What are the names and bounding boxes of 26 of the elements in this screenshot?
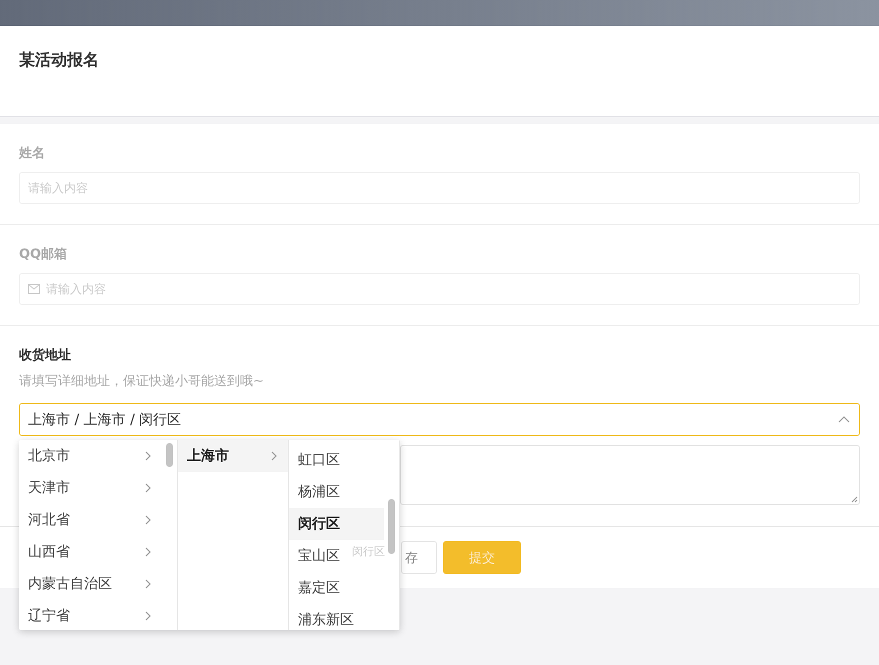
menu-item[interactable]: 嘉定区 (289, 572, 350, 604)
menu-item[interactable]: 辽宁省 (19, 600, 162, 630)
menu-item[interactable]: 北京市 (19, 440, 162, 472)
menu-item[interactable]: 河北省 (19, 504, 162, 536)
mail-icon (28, 284, 40, 294)
field-label: 收货地址 (19, 347, 72, 365)
save-button[interactable]: 存 (401, 541, 437, 574)
resize-handle-icon[interactable] (851, 496, 858, 503)
scrollbar-thumb[interactable] (166, 443, 173, 467)
menu-item[interactable]: 上海市 (178, 440, 288, 472)
field-label: 姓名 (19, 145, 46, 163)
chevron-up-icon (838, 415, 850, 424)
page-title: 某活动报名 (19, 50, 100, 70)
menu-item[interactable]: 山西省 (19, 536, 162, 568)
menu-item[interactable]: 浦东新区 (289, 604, 364, 630)
menu-item[interactable]: 闵行区 (289, 508, 384, 540)
menu-item[interactable]: 虹口区 (289, 444, 350, 476)
field-label: QQ邮箱 (19, 246, 68, 264)
scrollbar-thumb[interactable] (388, 499, 395, 554)
menu-item[interactable]: 杨浦区 (289, 476, 350, 508)
address-select[interactable]: 上海市 / 上海市 / 闵行区 (19, 403, 860, 436)
menu-item[interactable]: 宝山区 (289, 540, 350, 572)
field-hint: 请填写详细地址，保证快递小哥能送到哦~ (19, 373, 265, 391)
menu-item[interactable]: 内蒙古自治区 (19, 568, 162, 600)
textarea-field[interactable] (400, 445, 860, 505)
menu-item[interactable]: 天津市 (19, 472, 162, 504)
